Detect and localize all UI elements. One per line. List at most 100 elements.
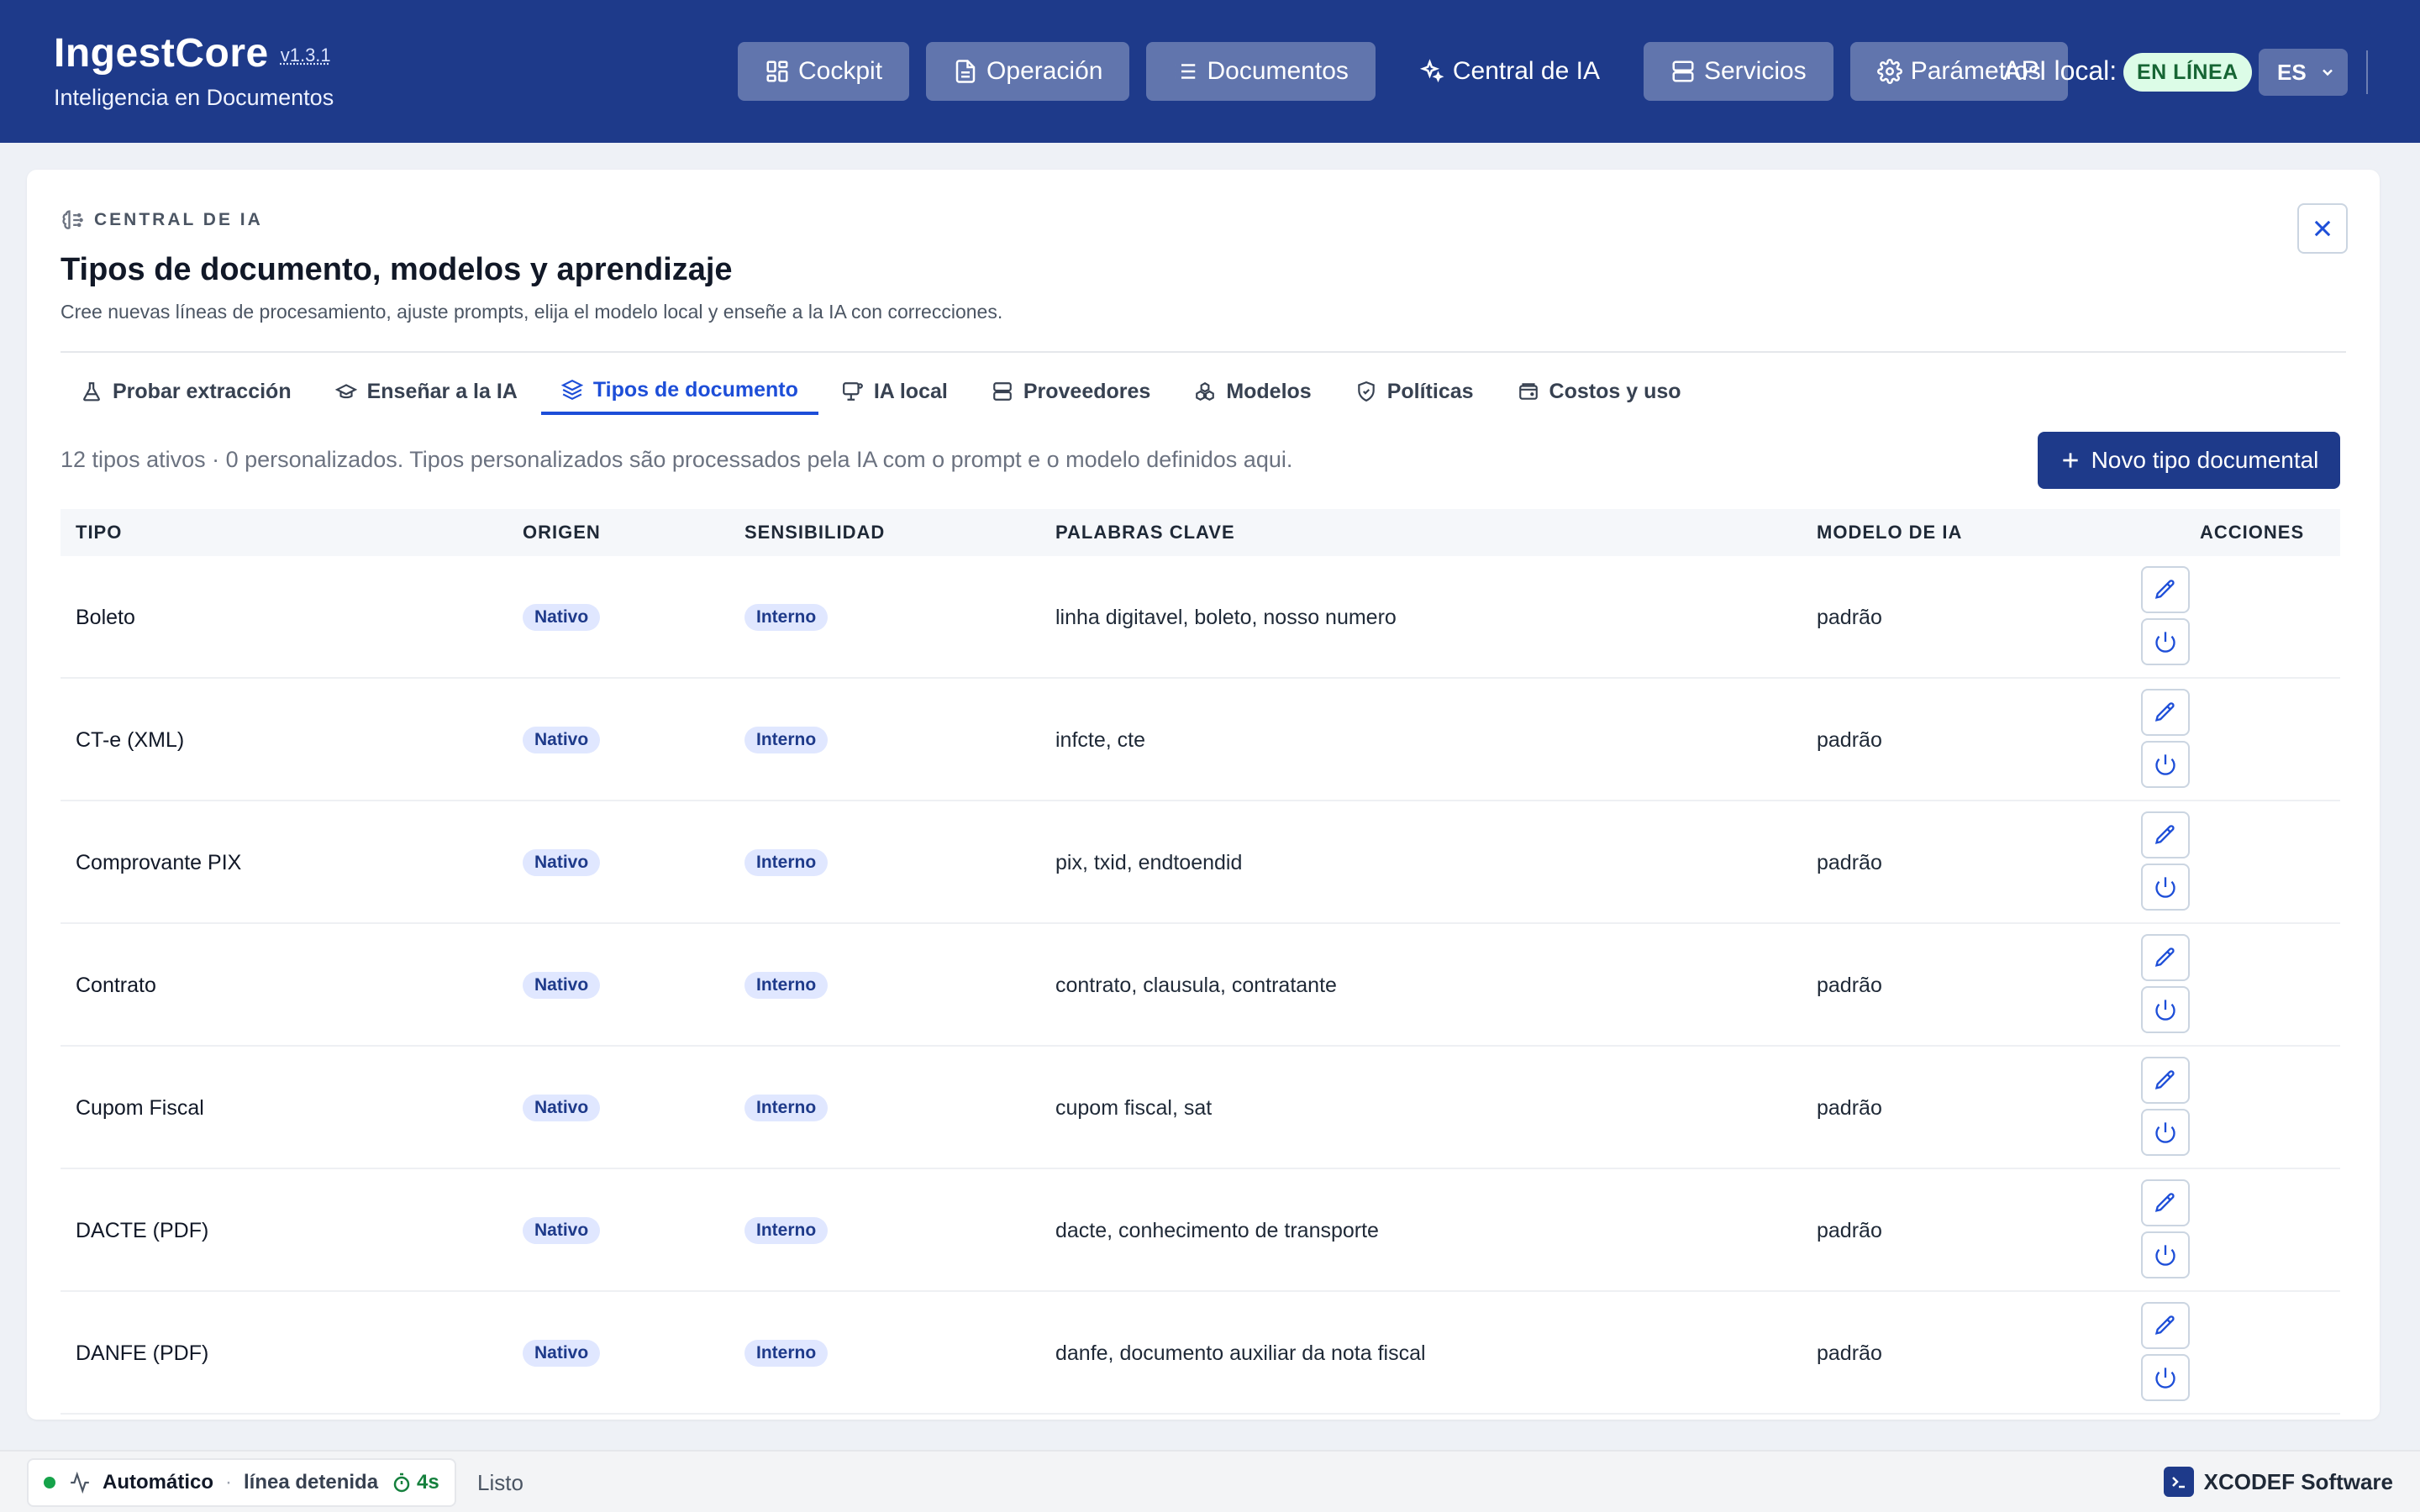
cell-model: padrão [1817, 1292, 1882, 1415]
toggle-active-button[interactable] [2141, 986, 2190, 1033]
refresh-timer: 4s [392, 1471, 439, 1494]
document-icon [955, 60, 976, 83]
types-summary: 12 tipos ativos · 0 personalizados. Tipo… [60, 447, 1293, 472]
central-ia-panel: CENTRAL DE IA Tipos de documento, modelo… [27, 170, 2380, 1420]
table-row: Comprovante PIX Nativo Interno pix, txid, e… [60, 801, 2340, 924]
toggle-active-button[interactable] [2141, 741, 2190, 788]
cell-sensitivity: Interno [744, 924, 829, 1047]
sensitivity-badge: Interno [744, 1340, 829, 1367]
cell-sensitivity: Interno [744, 679, 829, 801]
power-icon [2155, 754, 2175, 775]
keywords-text: contrato, clausula, contratante [1055, 973, 1337, 997]
toggle-active-button[interactable] [2141, 864, 2190, 911]
origin-badge: Nativo [523, 1095, 601, 1121]
nav-central-ia-label: Central de IA [1452, 57, 1600, 85]
toggle-active-button[interactable] [2141, 1231, 2190, 1278]
model-text: padrão [1817, 973, 1882, 997]
cell-sensitivity: Interno [744, 1047, 829, 1169]
nav-operacion-button[interactable]: Operación [926, 42, 1130, 101]
header-keywords[interactable]: PALABRAS CLAVE [1055, 522, 1235, 543]
keywords-text: cupom fiscal, sat [1055, 1095, 1213, 1120]
pipeline-status[interactable]: Automático · línea detenida 4s [27, 1458, 456, 1507]
graduation-cap-icon [334, 384, 357, 399]
tab-tipos-documento[interactable]: Tipos de documento [540, 368, 818, 415]
tab-ensenar-ia[interactable]: Enseñar a la IA [315, 368, 538, 415]
keywords-text: danfe, documento auxiliar da nota fiscal [1055, 1341, 1426, 1365]
cell-origin: Nativo [523, 1169, 601, 1292]
cell-type: Comprovante PIX [76, 801, 241, 924]
tab-label: Tipos de documento [592, 377, 798, 402]
plus-icon [2062, 453, 2078, 468]
toggle-active-button[interactable] [2141, 1354, 2190, 1401]
tab-label: Políticas [1386, 379, 1474, 403]
model-text: padrão [1817, 1095, 1882, 1120]
edit-button[interactable] [2141, 689, 2190, 736]
cell-origin: Nativo [523, 1047, 601, 1169]
cell-sensitivity: Interno [744, 1169, 829, 1292]
header-model[interactable]: MODELO DE IA [1817, 522, 1962, 543]
header-sensitivity[interactable]: SENSIBILIDAD [744, 522, 885, 543]
power-icon [2155, 1122, 2175, 1143]
edit-button[interactable] [2141, 566, 2190, 613]
cell-model: padrão [1817, 556, 1882, 679]
app-name: IngestCore [54, 31, 269, 76]
monitor-icon [842, 382, 863, 401]
cell-keywords: danfe, documento auxiliar da nota fiscal [1055, 1292, 1426, 1415]
document-types-table: TIPO ORIGEN SENSIBILIDAD PALABRAS CLAVE … [60, 509, 2340, 1415]
vendor-name: XCODEF Software [2203, 1468, 2393, 1494]
cell-type: DACTE (PDF) [76, 1169, 208, 1292]
status-dot [44, 1477, 55, 1488]
nav-cockpit-button[interactable]: Cockpit [738, 42, 910, 101]
app-version[interactable]: v1.3.1 [281, 45, 331, 66]
tab-ia-local[interactable]: IA local [822, 368, 968, 415]
edit-button[interactable] [2141, 1179, 2190, 1226]
tab-politicas[interactable]: Políticas [1335, 368, 1494, 415]
tab-proveedores[interactable]: Proveedores [971, 368, 1171, 415]
edit-button[interactable] [2141, 934, 2190, 981]
keywords-text: pix, txid, endtoendid [1055, 850, 1243, 874]
sensitivity-badge: Interno [744, 727, 829, 753]
tab-costos-uso[interactable]: Costos y uso [1497, 368, 1702, 415]
page-title: Tipos de documento, modelos y aprendizaj… [60, 252, 733, 287]
cell-keywords: infcte, cte [1055, 679, 1145, 801]
cell-keywords: pix, txid, endtoendid [1055, 801, 1242, 924]
cell-model: padrão [1817, 1047, 1882, 1169]
api-status-badge: EN LÍNEA [2123, 53, 2252, 92]
new-document-type-button[interactable]: Novo tipo documental [2038, 432, 2340, 489]
pencil-icon [2154, 948, 2175, 967]
cell-model: padrão [1817, 801, 1882, 924]
row-actions [2141, 689, 2190, 793]
close-icon [2314, 220, 2331, 237]
sensitivity-badge: Interno [744, 1217, 829, 1244]
language-value: ES [2277, 59, 2307, 85]
edit-button[interactable] [2141, 1302, 2190, 1349]
cell-origin: Nativo [523, 556, 601, 679]
tab-modelos[interactable]: Modelos [1174, 368, 1331, 415]
table-row: CT-e (XML) Nativo Interno infcte, cte padrão [60, 679, 2340, 801]
boxes-icon [1196, 382, 1215, 401]
nav-documentos-button[interactable]: Documentos [1146, 42, 1376, 101]
header-divider-line [60, 351, 2346, 353]
language-select[interactable]: ES [2259, 49, 2348, 96]
close-panel-button[interactable] [2297, 203, 2348, 254]
header-type[interactable]: TIPO [76, 522, 122, 543]
chevron-down-icon [2323, 69, 2333, 76]
keywords-text: infcte, cte [1055, 727, 1145, 752]
panel-eyebrow: CENTRAL DE IA [60, 208, 263, 232]
sensitivity-badge: Interno [744, 972, 829, 999]
status-bar: Automático · línea detenida 4s Listo XCO… [0, 1450, 2420, 1512]
grid-icon [766, 60, 788, 82]
type-name: Cupom Fiscal [76, 1095, 204, 1120]
header-origin[interactable]: ORIGEN [523, 522, 601, 543]
new-document-type-label: Novo tipo documental [2091, 447, 2319, 473]
wallet-icon [1518, 383, 1538, 400]
edit-button[interactable] [2141, 1057, 2190, 1104]
app-header: IngestCore v1.3.1 Inteligencia en Documen… [0, 0, 2420, 143]
nav-servicios-button[interactable]: Servicios [1643, 42, 1833, 101]
edit-button[interactable] [2141, 811, 2190, 858]
nav-central-ia-button[interactable]: Central de IA [1392, 42, 1627, 101]
tab-probar-extraccion[interactable]: Probar extracción [60, 368, 312, 415]
toggle-active-button[interactable] [2141, 1109, 2190, 1156]
toggle-active-button[interactable] [2141, 618, 2190, 665]
table-row: Boleto Nativo Interno linha digitavel, bole… [60, 556, 2340, 679]
